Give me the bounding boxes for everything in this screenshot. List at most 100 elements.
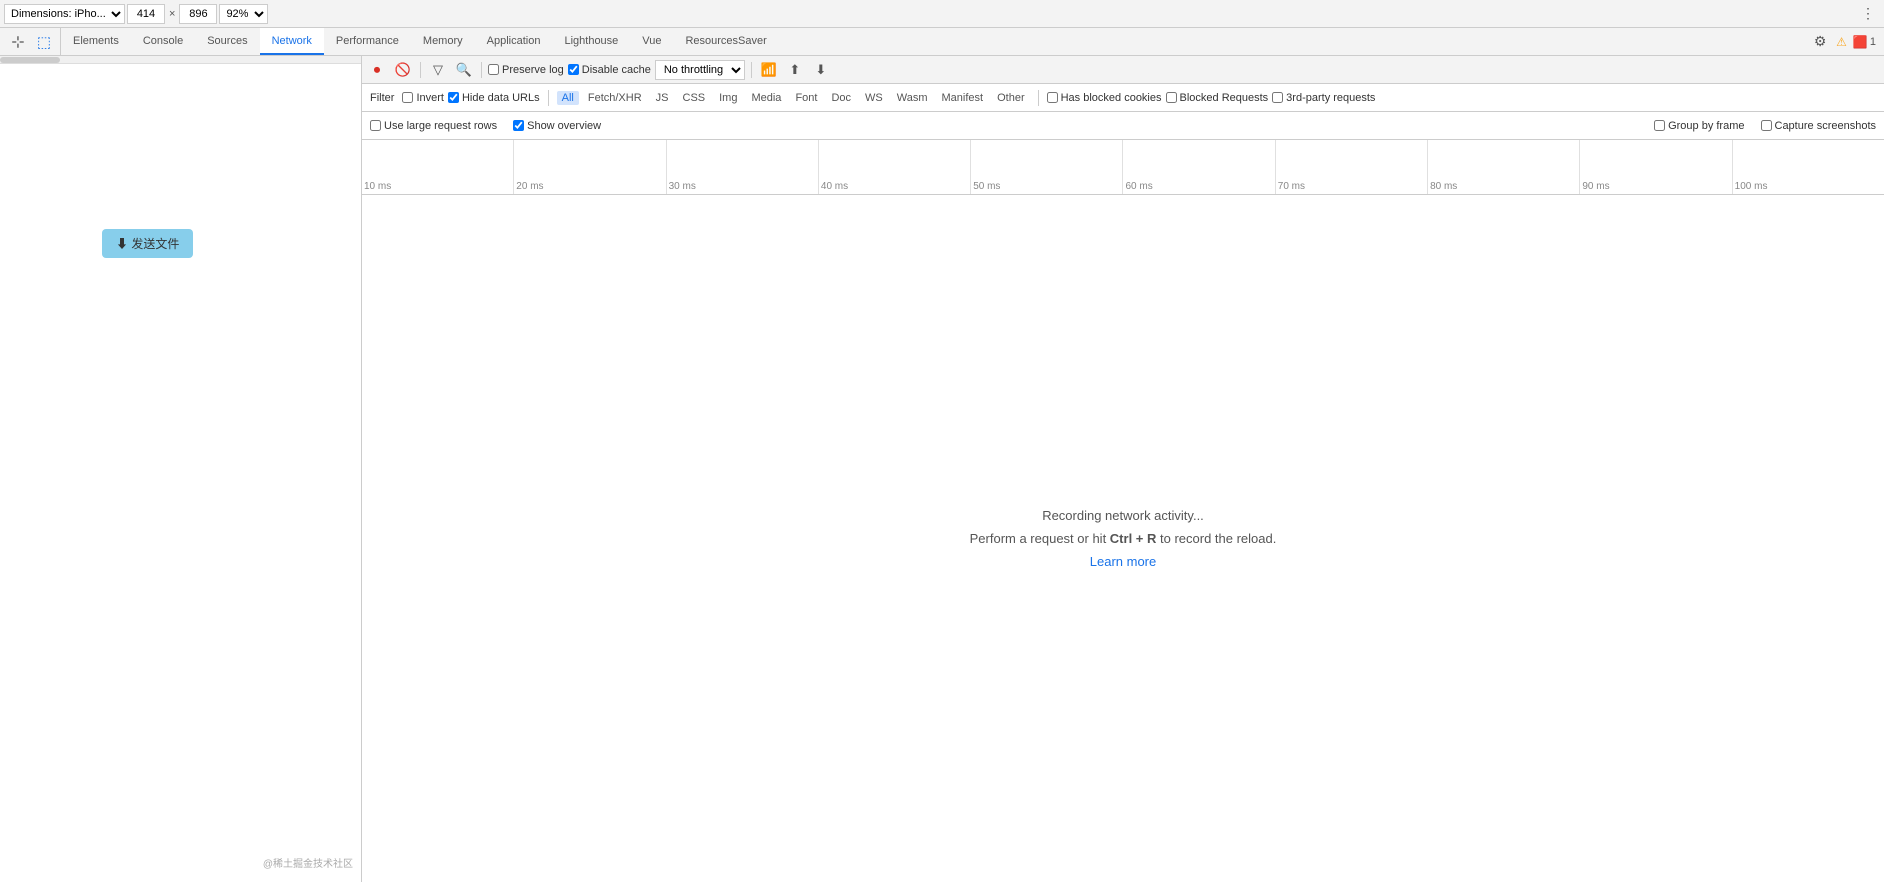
filter-wasm-button[interactable]: Wasm xyxy=(892,91,933,105)
hide-data-urls-checkbox[interactable] xyxy=(448,92,459,103)
error-count: 1 xyxy=(1870,36,1876,48)
network-toolbar: ⏺ 🚫 ▽ 🔍 Preserve log Disable cache No th… xyxy=(362,56,1884,84)
filter-fetchxhr-button[interactable]: Fetch/XHR xyxy=(583,91,647,105)
learn-more-link[interactable]: Learn more xyxy=(1090,554,1156,569)
filter-sep-2 xyxy=(1038,90,1039,106)
tick-40ms: 40 ms xyxy=(818,140,970,194)
tab-lighthouse[interactable]: Lighthouse xyxy=(552,28,630,55)
search-button[interactable]: 🔍 xyxy=(453,59,475,81)
large-request-rows-group[interactable]: Use large request rows xyxy=(370,120,497,132)
zoom-select[interactable]: 92% xyxy=(219,4,268,24)
hide-data-urls-checkbox-group[interactable]: Hide data URLs xyxy=(448,92,540,104)
cursor-tool-button[interactable]: ⊹ xyxy=(6,30,30,54)
invert-checkbox-group[interactable]: Invert xyxy=(402,92,444,104)
filter-img-button[interactable]: Img xyxy=(714,91,742,105)
import-button[interactable]: ⬆ xyxy=(784,59,806,81)
blocked-requests-label: Blocked Requests xyxy=(1180,92,1269,104)
tick-100ms: 100 ms xyxy=(1732,140,1884,194)
height-input[interactable]: 896 xyxy=(179,4,217,24)
empty-pre-text: Perform a request or hit xyxy=(970,531,1110,546)
device-select[interactable]: Dimensions: iPho... xyxy=(4,4,125,24)
network-panel: ⏺ 🚫 ▽ 🔍 Preserve log Disable cache No th… xyxy=(362,56,1884,882)
capture-screenshots-label: Capture screenshots xyxy=(1775,120,1877,132)
device-tool-button[interactable]: ⬚ xyxy=(32,30,56,54)
scrollbar-thumb[interactable] xyxy=(0,57,60,63)
devtools-icon-buttons: ⊹ ⬚ xyxy=(2,28,61,55)
show-overview-checkbox[interactable] xyxy=(513,120,524,131)
more-options-button[interactable]: ⋮ xyxy=(1856,2,1880,26)
warnings-badge[interactable]: ⚠ xyxy=(1836,35,1849,49)
large-request-rows-checkbox[interactable] xyxy=(370,120,381,131)
tick-60ms: 60 ms xyxy=(1122,140,1274,194)
has-blocked-cookies-checkbox[interactable] xyxy=(1047,92,1058,103)
empty-shortcut: Ctrl + R xyxy=(1110,531,1157,546)
tick-30ms: 30 ms xyxy=(666,140,818,194)
third-party-requests-label: 3rd-party requests xyxy=(1286,92,1375,104)
group-by-frame-checkbox[interactable] xyxy=(1654,120,1665,131)
blocked-requests-checkbox[interactable] xyxy=(1166,92,1177,103)
filter-doc-button[interactable]: Doc xyxy=(826,91,856,105)
filter-media-button[interactable]: Media xyxy=(746,91,786,105)
filter-ws-button[interactable]: WS xyxy=(860,91,888,105)
clear-button[interactable]: 🚫 xyxy=(392,59,414,81)
send-file-button[interactable]: ⬇ 发送文件 xyxy=(102,229,193,258)
export-button[interactable]: ⬇ xyxy=(810,59,832,81)
tab-sources[interactable]: Sources xyxy=(195,28,259,55)
capture-screenshots-group[interactable]: Capture screenshots xyxy=(1761,120,1877,132)
capture-screenshots-checkbox[interactable] xyxy=(1761,120,1772,131)
third-party-requests-checkbox[interactable] xyxy=(1272,92,1283,103)
tab-memory[interactable]: Memory xyxy=(411,28,475,55)
filter-css-button[interactable]: CSS xyxy=(678,91,711,105)
throttle-select[interactable]: No throttling Fast 3G Slow 3G Offline xyxy=(655,60,745,80)
settings-button[interactable]: ⚙ xyxy=(1808,30,1832,54)
filter-other-button[interactable]: Other xyxy=(992,91,1030,105)
toolbar-separator-2 xyxy=(481,62,482,78)
tick-20ms: 20 ms xyxy=(513,140,665,194)
tab-elements[interactable]: Elements xyxy=(61,28,131,55)
third-party-requests-group[interactable]: 3rd-party requests xyxy=(1272,92,1375,104)
width-input[interactable]: 414 xyxy=(127,4,165,24)
invert-checkbox[interactable] xyxy=(402,92,413,103)
disable-cache-checkbox-group[interactable]: Disable cache xyxy=(568,64,651,76)
tab-performance[interactable]: Performance xyxy=(324,28,411,55)
has-blocked-cookies-label: Has blocked cookies xyxy=(1061,92,1162,104)
zoom-selector[interactable]: 92% xyxy=(219,4,268,24)
filter-font-button[interactable]: Font xyxy=(790,91,822,105)
filter-manifest-button[interactable]: Manifest xyxy=(937,91,989,105)
filter-all-button[interactable]: All xyxy=(557,91,579,105)
tick-70ms: 70 ms xyxy=(1275,140,1427,194)
preview-scrollbar[interactable] xyxy=(0,56,361,64)
large-request-rows-label: Use large request rows xyxy=(384,120,497,132)
has-blocked-cookies-group[interactable]: Has blocked cookies xyxy=(1047,92,1162,104)
record-button[interactable]: ⏺ xyxy=(366,59,388,81)
top-bar: Dimensions: iPho... 414 × 896 92% ⋮ xyxy=(0,0,1884,28)
preserve-log-checkbox[interactable] xyxy=(488,64,499,75)
empty-recording-text: Recording network activity... xyxy=(1042,508,1204,523)
timeline-ticks: 10 ms 20 ms 30 ms 40 ms 50 ms 60 ms 70 m… xyxy=(362,140,1884,194)
tick-80ms: 80 ms xyxy=(1427,140,1579,194)
empty-state: Recording network activity... Perform a … xyxy=(362,195,1884,882)
tab-console[interactable]: Console xyxy=(131,28,195,55)
tab-network[interactable]: Network xyxy=(260,28,324,55)
devtools-tab-bar: ⊹ ⬚ Elements Console Sources Network Per… xyxy=(0,28,1884,56)
tab-vue[interactable]: Vue xyxy=(630,28,673,55)
filter-button[interactable]: ▽ xyxy=(427,59,449,81)
show-overview-group[interactable]: Show overview xyxy=(513,120,601,132)
invert-label: Invert xyxy=(416,92,444,104)
error-icon: 🟥 xyxy=(1853,35,1868,49)
tick-90ms: 90 ms xyxy=(1579,140,1731,194)
wifi-conditions-button[interactable]: 📶 xyxy=(758,59,780,81)
send-file-label: ⬇ 发送文件 xyxy=(116,235,179,252)
dimension-selector[interactable]: Dimensions: iPho... 414 × 896 xyxy=(4,4,217,24)
errors-badge[interactable]: 🟥 1 xyxy=(1853,35,1876,49)
disable-cache-checkbox[interactable] xyxy=(568,64,579,75)
preserve-log-checkbox-group[interactable]: Preserve log xyxy=(488,64,564,76)
filter-sep-1 xyxy=(548,90,549,106)
blocked-requests-group[interactable]: Blocked Requests xyxy=(1166,92,1269,104)
tab-application[interactable]: Application xyxy=(475,28,553,55)
empty-post-text: to record the reload. xyxy=(1156,531,1276,546)
group-by-frame-group[interactable]: Group by frame xyxy=(1654,120,1744,132)
empty-instructions: Perform a request or hit Ctrl + R to rec… xyxy=(970,531,1277,546)
tab-resourcessaver[interactable]: ResourcesSaver xyxy=(673,28,778,55)
filter-js-button[interactable]: JS xyxy=(651,91,674,105)
